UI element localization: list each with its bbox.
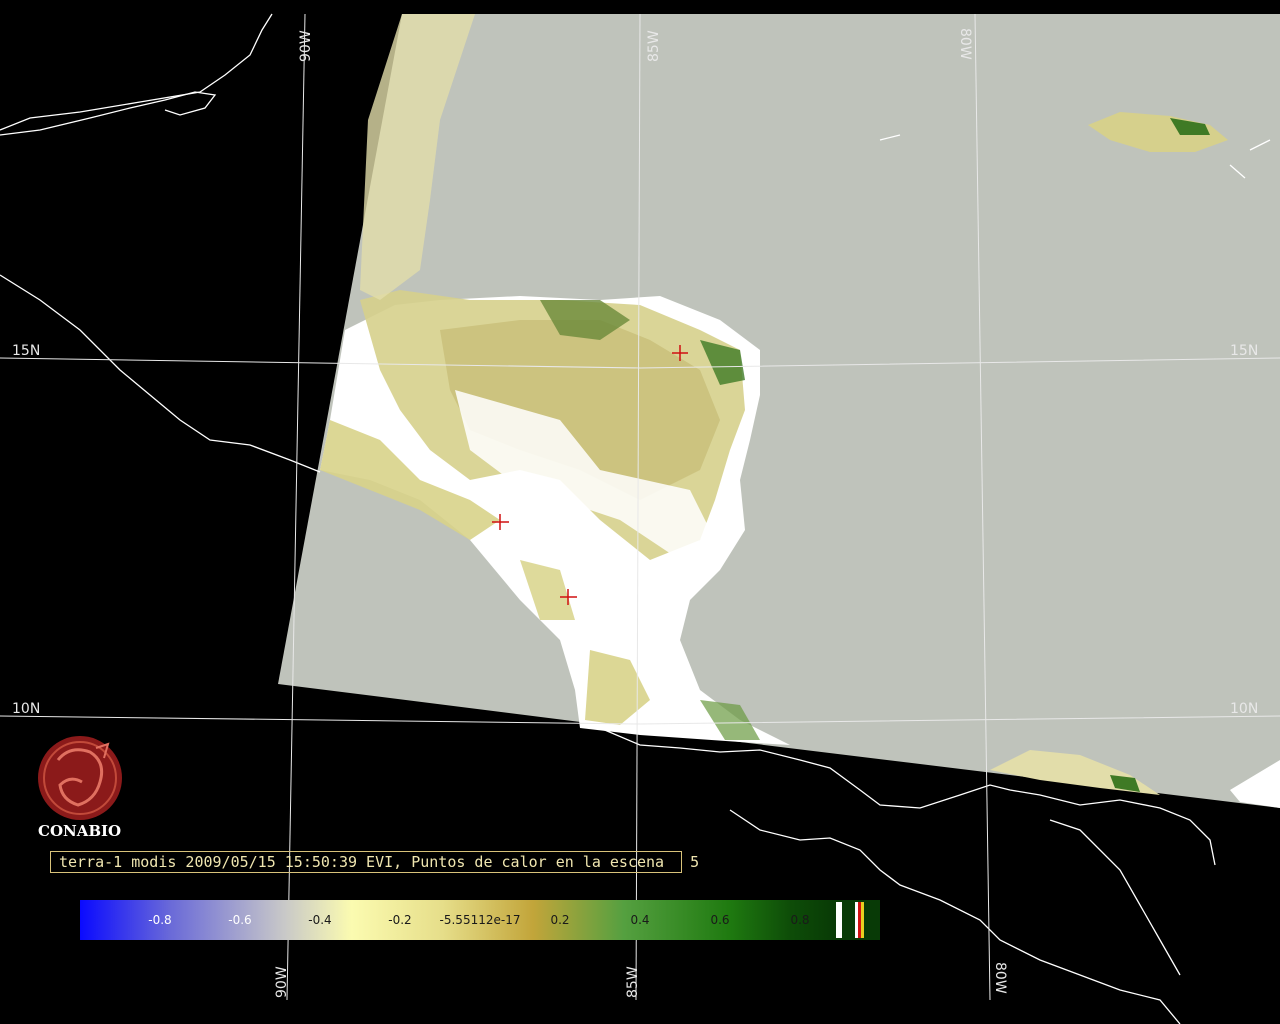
lat-label-10n-right: 10N — [1230, 701, 1258, 717]
color-scale-tick-label: -0.6 — [228, 913, 251, 927]
lon-label-90w-top: 90W — [298, 30, 314, 62]
color-scale-tick-labels: -0.8 -0.6 -0.4 -0.2 -5.55112e-17 0.2 0.4 0.6 0.8 — [148, 913, 809, 927]
lat-label-15n-right: 15N — [1230, 343, 1258, 359]
lon-label-85w-top: 85W — [646, 30, 662, 62]
color-scale-tick-label: -0.8 — [148, 913, 171, 927]
color-scale-hotspot-swatch — [858, 902, 861, 938]
color-scale-cloud-swatch — [836, 902, 842, 938]
color-scale-tick-label: -0.2 — [388, 913, 411, 927]
evi-color-scale: -0.8 -0.6 -0.4 -0.2 -5.55112e-17 0.2 0.4 0.6 0.8 — [80, 900, 880, 940]
lon-label-90w-bottom: 90W — [274, 966, 290, 998]
conabio-logo-icon — [38, 736, 122, 820]
lon-label-85w-bottom: 85W — [625, 966, 641, 998]
color-scale-tick-label: 0.2 — [550, 913, 569, 927]
color-scale-tick-label: 0.8 — [790, 913, 809, 927]
color-scale-tick-label: -0.4 — [308, 913, 331, 927]
lat-label-10n-left: 10N — [12, 701, 40, 717]
lon-label-80w-bottom: 80W — [992, 962, 1008, 994]
conabio-logo-text: CONABIO — [38, 822, 122, 840]
hotspot-count: 5 — [690, 853, 700, 871]
color-scale-swatch — [855, 902, 858, 938]
color-scale-tick-label: -5.55112e-17 — [440, 913, 521, 927]
color-scale-swatch — [861, 902, 864, 938]
scene-caption-text: terra-1 modis 2009/05/15 15:50:39 EVI, P… — [59, 853, 665, 871]
lat-label-15n-left: 15N — [12, 343, 40, 359]
color-scale-tick-label: 0.6 — [710, 913, 729, 927]
scene-caption: terra-1 modis 2009/05/15 15:50:39 EVI, P… — [50, 851, 699, 873]
lon-label-80w-top: 80W — [957, 28, 973, 60]
color-scale-tick-label: 0.4 — [630, 913, 649, 927]
